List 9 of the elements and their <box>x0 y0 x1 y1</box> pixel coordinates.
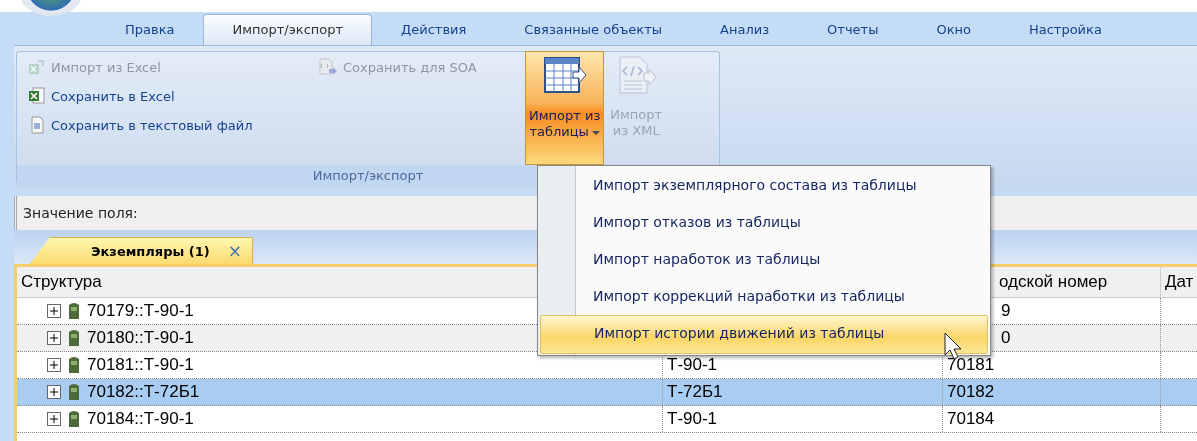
tree-item-label: 70184::Т-90-1 <box>87 408 194 430</box>
tree-item-label: 70182::Т-72Б1 <box>87 381 200 403</box>
table-cell: 70184 <box>943 406 1161 432</box>
table-cell: Т-72Б1 <box>663 379 943 405</box>
tree-item-label: 70180::Т-90-1 <box>87 327 194 349</box>
table-cell: 70182 <box>943 379 1161 405</box>
tree-item-label: 70179::Т-90-1 <box>87 300 194 322</box>
tree-item-label: 70181::Т-90-1 <box>87 354 194 376</box>
table-cell: Т-90-1 <box>663 406 943 432</box>
